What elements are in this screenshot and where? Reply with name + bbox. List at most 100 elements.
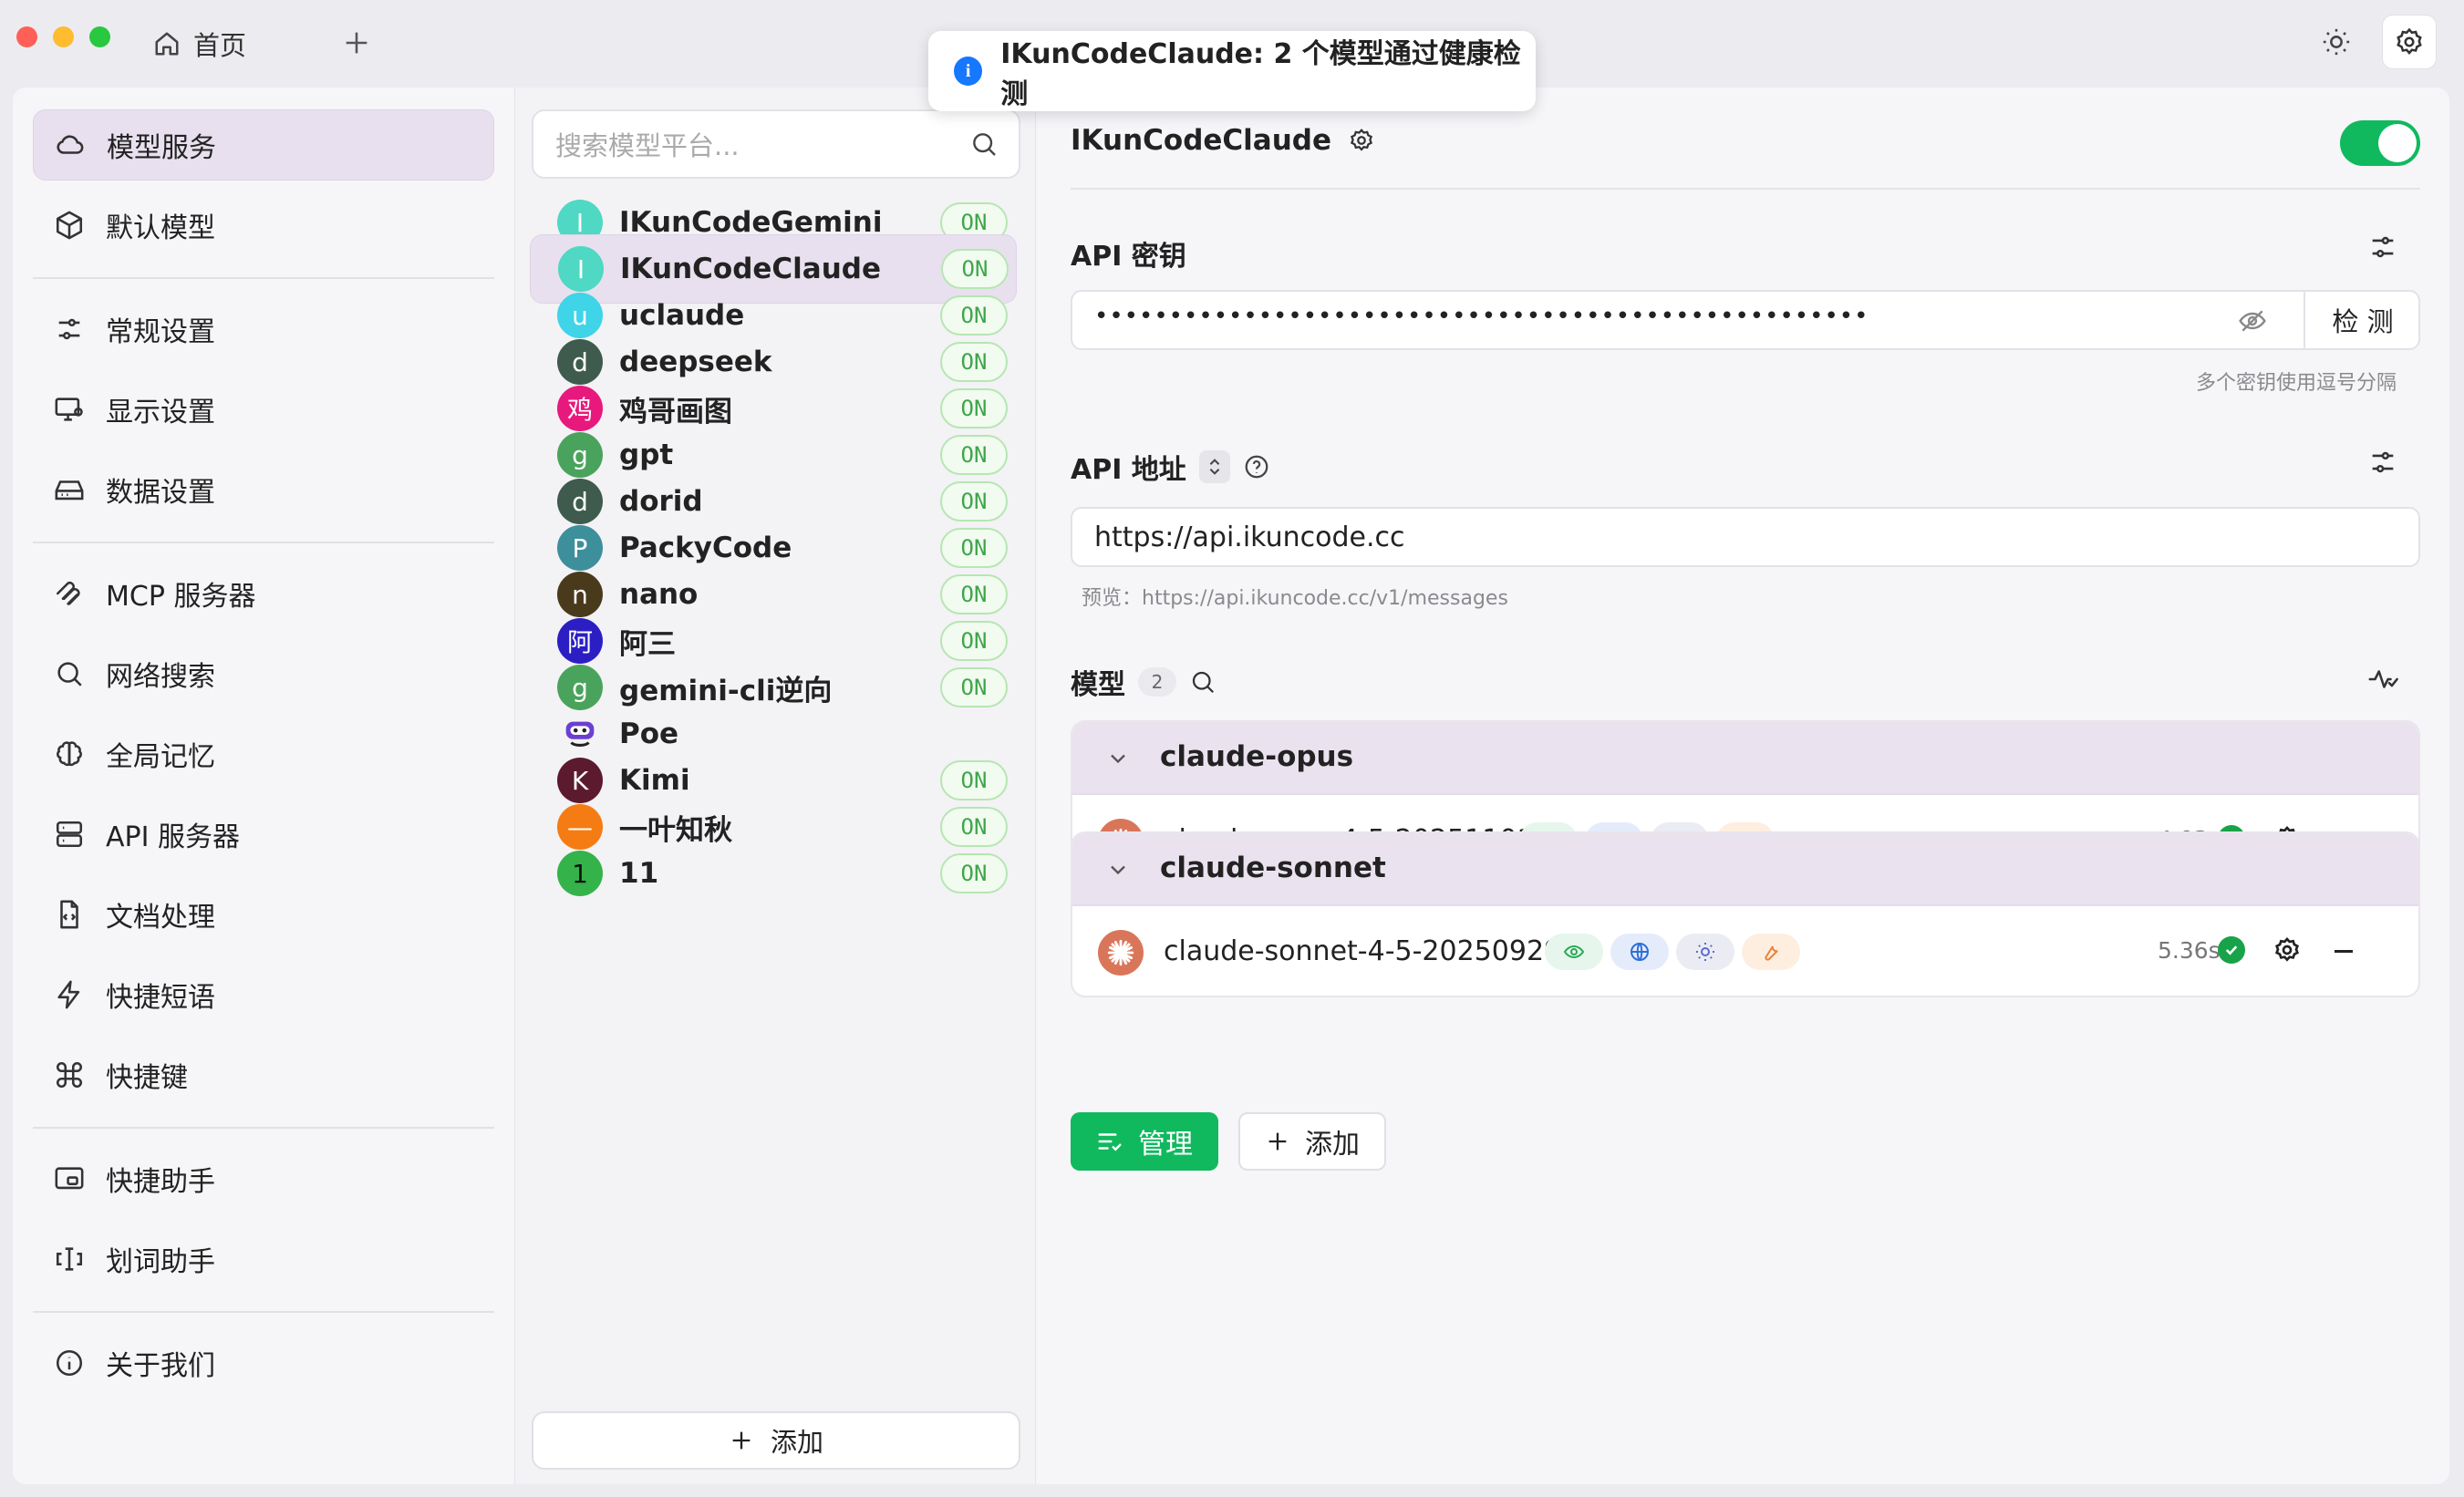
- cloud-icon: [54, 129, 87, 161]
- sidebar-item-label: 快捷键: [106, 1062, 188, 1094]
- check-key-button[interactable]: 检 测: [2304, 292, 2420, 348]
- sidebar-item-shortcuts[interactable]: 快捷键: [33, 1039, 494, 1110]
- toast-message: IKunCodeClaude: 2 个模型通过健康检测: [1000, 38, 1521, 110]
- capability-reasoning-icon: [1676, 934, 1734, 970]
- info-icon: i: [954, 57, 983, 86]
- health-check-button[interactable]: [2367, 664, 2398, 698]
- sidebar-item-mcp-servers[interactable]: MCP 服务器: [33, 558, 494, 629]
- file-code-icon: [53, 898, 86, 931]
- sidebar-item-default-model[interactable]: 默认模型: [33, 190, 494, 261]
- provider-title-text: IKunCodeClaude: [1071, 124, 1331, 157]
- provider-avatar: 1: [557, 851, 603, 896]
- chevron-down-icon: [1111, 865, 1125, 875]
- claude-logo-icon: [1098, 930, 1144, 976]
- sidebar-divider: [33, 1311, 494, 1313]
- sidebar-item-label: 快捷短语: [106, 982, 215, 1014]
- sidebar-item-general-settings[interactable]: 常规设置: [33, 294, 494, 365]
- tab-home-label: 首页: [193, 30, 247, 61]
- sidebar-item-quick-phrases[interactable]: 快捷短语: [33, 959, 494, 1030]
- on-badge: ON: [940, 853, 1008, 893]
- sliders-icon: [2372, 451, 2394, 473]
- capability-tools-icon: [1742, 934, 1800, 970]
- monitor-icon: [53, 393, 86, 426]
- gear-icon[interactable]: [1348, 127, 1375, 154]
- eye-off-icon[interactable]: [2238, 306, 2267, 336]
- add-provider-label: 添加: [770, 1427, 823, 1458]
- sidebar-item-label: 模型服务: [107, 132, 216, 164]
- activity-check-icon: [2368, 670, 2398, 688]
- sidebar-item-about[interactable]: 关于我们: [33, 1327, 494, 1399]
- settings-button[interactable]: [2382, 15, 2437, 69]
- search-icon: [53, 657, 86, 690]
- help-circle-icon[interactable]: [1243, 453, 1270, 480]
- model-latency: 5.36s: [2158, 937, 2221, 964]
- provider-item[interactable]: 1 11 ON: [530, 839, 1017, 908]
- toggle-knob: [2378, 124, 2417, 162]
- provider-enabled-toggle[interactable]: [2340, 120, 2420, 166]
- capability-vision-icon: [1545, 934, 1603, 970]
- search-placeholder: 搜索模型平台...: [555, 130, 740, 161]
- chevrons-up-down-icon[interactable]: [1198, 450, 1230, 483]
- manage-models-button[interactable]: 管理: [1071, 1112, 1218, 1171]
- add-model-button[interactable]: 添加: [1238, 1112, 1386, 1171]
- sidebar-item-global-memory[interactable]: 全局记忆: [33, 718, 494, 790]
- api-key-input[interactable]: ••••••••••••••••••••••••••••••••••••••••…: [1071, 290, 2420, 350]
- sidebar-item-label: 默认模型: [106, 212, 215, 244]
- tab-home[interactable]: 首页: [153, 24, 246, 64]
- sidebar-item-quick-assistant[interactable]: 快捷助手: [33, 1143, 494, 1214]
- sidebar-item-label: API 服务器: [106, 821, 240, 853]
- app-window-icon: [53, 1162, 86, 1195]
- add-provider-button[interactable]: 添加: [532, 1411, 1020, 1470]
- sliders-icon: [53, 313, 86, 346]
- text-select-icon: [53, 1243, 86, 1275]
- api-url-input[interactable]: https://api.ikuncode.cc: [1071, 507, 2420, 567]
- gear-icon[interactable]: [2272, 935, 2302, 965]
- model-group-name: claude-opus: [1160, 740, 1354, 773]
- provider-detail: IKunCodeClaude API 密钥 ••••••••••••••••••…: [1036, 88, 2449, 1484]
- sidebar-divider: [33, 1127, 494, 1129]
- sidebar-item-label: 快捷助手: [106, 1166, 215, 1198]
- capability-web-search-icon: [1610, 934, 1669, 970]
- hard-drive-icon: [53, 473, 86, 506]
- model-group-name: claude-sonnet: [1160, 852, 1386, 884]
- header-divider: [1071, 188, 2420, 190]
- models-count-badge: 2: [1138, 667, 1176, 697]
- sidebar-item-display-settings[interactable]: 显示设置: [33, 374, 494, 445]
- health-check-toast: i IKunCodeClaude: 2 个模型通过健康检测: [928, 31, 1536, 111]
- new-tab-button[interactable]: [341, 27, 374, 60]
- sidebar-item-model-services[interactable]: 模型服务: [33, 109, 494, 181]
- server-icon: [53, 818, 86, 851]
- sidebar-item-web-search[interactable]: 网络搜索: [33, 638, 494, 709]
- api-key-settings-button[interactable]: [2367, 232, 2398, 266]
- theme-toggle-button[interactable]: [2309, 15, 2364, 69]
- search-icon: [973, 133, 996, 156]
- sidebar-item-data-settings[interactable]: 数据设置: [33, 454, 494, 525]
- main-panel: 模型服务 默认模型 常规设置 显示设置 数据设置 MCP 服务器 网络搜索 全局…: [13, 88, 2449, 1484]
- mcp-icon: [53, 577, 86, 610]
- plus-icon: [346, 32, 368, 54]
- command-icon: [53, 1058, 86, 1091]
- add-model-label: 添加: [1305, 1129, 1360, 1161]
- settings-sidebar: 模型服务 默认模型 常规设置 显示设置 数据设置 MCP 服务器 网络搜索 全局…: [13, 88, 514, 1484]
- sidebar-item-api-server[interactable]: API 服务器: [33, 799, 494, 870]
- api-key-label: API 密钥: [1071, 241, 1186, 273]
- window-minimize-button[interactable]: [53, 26, 74, 47]
- models-label: 模型: [1071, 669, 1125, 701]
- window-zoom-button[interactable]: [89, 26, 110, 47]
- model-group-header[interactable]: claude-opus: [1072, 722, 2418, 795]
- api-key-section-title: API 密钥: [1071, 233, 1186, 274]
- sidebar-item-selection-assistant[interactable]: 划词助手: [33, 1223, 494, 1295]
- sidebar-item-label: 显示设置: [106, 397, 215, 428]
- model-row: claude-sonnet-4-5-20250929 5.36s: [1072, 906, 2418, 996]
- info-icon: [53, 1347, 86, 1379]
- sidebar-item-label: 划词助手: [106, 1246, 215, 1278]
- window-close-button[interactable]: [16, 26, 37, 47]
- api-url-settings-button[interactable]: [2367, 447, 2398, 481]
- home-icon: [155, 32, 179, 56]
- model-group-header[interactable]: claude-sonnet: [1072, 833, 2418, 906]
- api-url-label: API 地址: [1071, 454, 1186, 486]
- remove-model-button[interactable]: [2335, 950, 2353, 953]
- sidebar-item-document-processing[interactable]: 文档处理: [33, 879, 494, 950]
- search-icon[interactable]: [1189, 668, 1216, 696]
- provider-search-input[interactable]: 搜索模型平台...: [532, 109, 1020, 179]
